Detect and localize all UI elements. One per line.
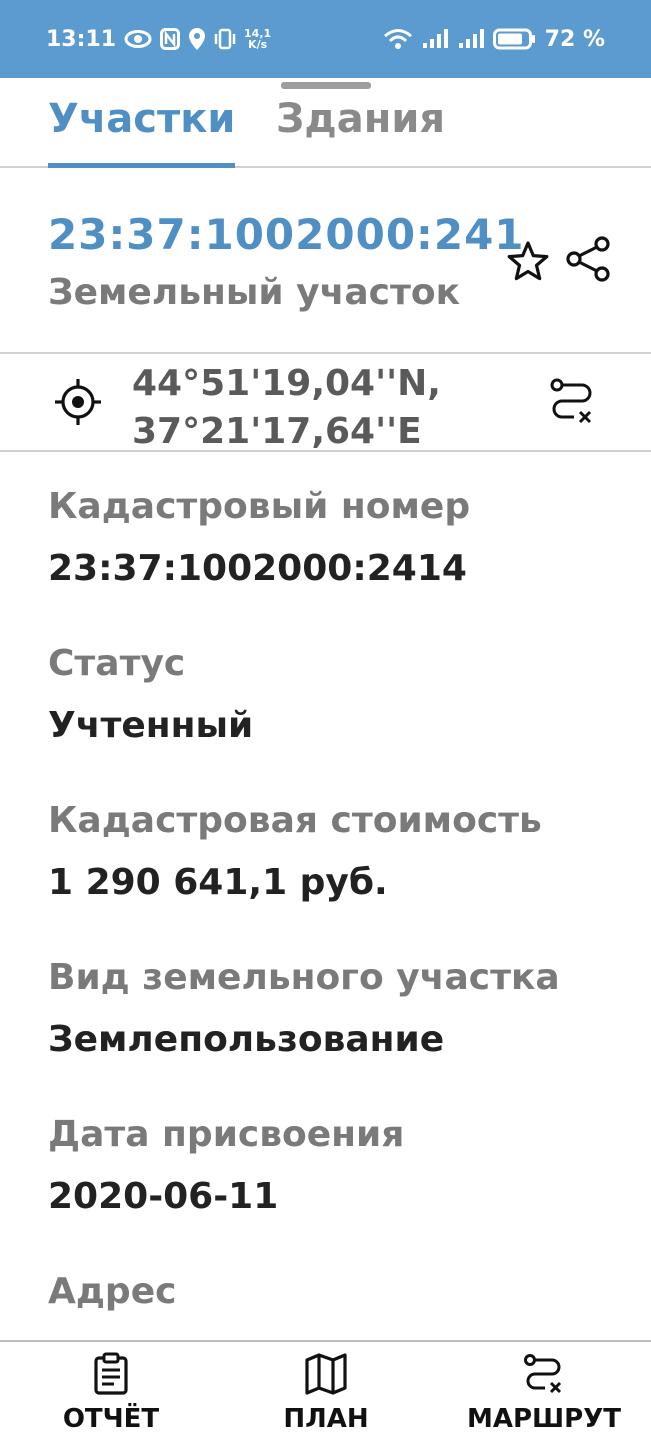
favorite-button[interactable] xyxy=(506,240,550,284)
status-bar-left: 13:11 14,1 K/s xyxy=(46,27,271,52)
object-type: Земельный участок xyxy=(48,272,460,313)
field-label: Кадастровый номер xyxy=(48,486,471,527)
clipboard-icon xyxy=(94,1352,128,1395)
field-label: Дата присвоения xyxy=(48,1114,405,1155)
field-assignment-date: Дата присвоения 2020-06-11 xyxy=(48,1106,628,1263)
route-icon xyxy=(524,1354,562,1394)
field-label: Адрес xyxy=(48,1271,177,1312)
nfc-icon xyxy=(160,28,181,50)
field-value: Учтенный xyxy=(48,705,254,746)
field-value: 2020-06-11 xyxy=(48,1176,279,1217)
coordinates-row: 44°51'19,04''N, 37°21'17,64''E xyxy=(0,356,651,452)
plan-button[interactable]: ПЛАН xyxy=(270,1352,382,1434)
coordinates-text[interactable]: 44°51'19,04''N, 37°21'17,64''E xyxy=(132,360,441,452)
bottom-nav: ОТЧЁТ ПЛАН МАРШРУТ xyxy=(0,1340,651,1440)
route-nav-button[interactable]: МАРШРУТ xyxy=(458,1352,630,1434)
field-label: Статус xyxy=(48,643,186,684)
property-fields: Кадастровый номер 23:37:1002000:2414 Ста… xyxy=(48,478,628,1343)
eye-icon xyxy=(124,29,152,49)
field-cadastral-number: Кадастровый номер 23:37:1002000:2414 xyxy=(48,478,628,635)
tab-plots[interactable]: Участки xyxy=(48,96,236,168)
locate-button[interactable] xyxy=(52,376,104,428)
field-label: Кадастровая стоимость xyxy=(48,800,542,841)
tab-bar: Участки Здания xyxy=(0,90,651,168)
field-value: 1 290 641,1 руб. xyxy=(48,862,388,903)
network-speed-unit: K/s xyxy=(248,38,268,51)
route-label: МАРШРУТ xyxy=(466,1404,621,1434)
report-label: ОТЧЁТ xyxy=(62,1404,160,1434)
signal-icon xyxy=(457,28,485,50)
route-button[interactable] xyxy=(548,376,596,428)
share-button[interactable] xyxy=(564,234,614,284)
network-speed: 14,1 K/s xyxy=(244,28,271,50)
field-address: Адрес xyxy=(48,1263,628,1343)
plan-label: ПЛАН xyxy=(283,1404,369,1434)
signal-icon xyxy=(421,28,449,50)
map-icon xyxy=(305,1353,347,1395)
wifi-icon xyxy=(383,28,413,50)
field-plot-type: Вид земельного участка Землепользование xyxy=(48,949,628,1106)
sheet-drag-handle[interactable] xyxy=(281,82,371,89)
vibrate-icon xyxy=(214,28,236,50)
battery-percent: 72 % xyxy=(544,26,605,52)
field-status: Статус Учтенный xyxy=(48,635,628,792)
battery-icon xyxy=(492,28,537,50)
longitude: 37°21'17,64''E xyxy=(132,411,422,452)
star-icon xyxy=(507,241,549,281)
cadastral-number-title: 23:37:1002000:2414 xyxy=(48,210,526,259)
field-cadastral-value: Кадастровая стоимость 1 290 641,1 руб. xyxy=(48,792,628,949)
clock: 13:11 xyxy=(46,26,117,52)
tab-buildings[interactable]: Здания xyxy=(276,96,445,168)
report-button[interactable]: ОТЧЁТ xyxy=(56,1352,166,1434)
crosshair-icon xyxy=(55,379,101,425)
object-header: 23:37:1002000:2414 Земельный участок xyxy=(0,170,651,354)
share-icon xyxy=(566,236,610,282)
field-value: Землепользование xyxy=(48,1019,445,1060)
latitude: 44°51'19,04''N, xyxy=(132,363,441,404)
status-bar-right: 72 % xyxy=(383,27,605,52)
status-bar: 13:11 14,1 K/s 72 % xyxy=(0,0,651,78)
field-value: 23:37:1002000:2414 xyxy=(48,548,467,589)
route-icon xyxy=(550,378,592,424)
location-icon xyxy=(188,27,206,51)
field-label: Вид земельного участка xyxy=(48,957,560,998)
